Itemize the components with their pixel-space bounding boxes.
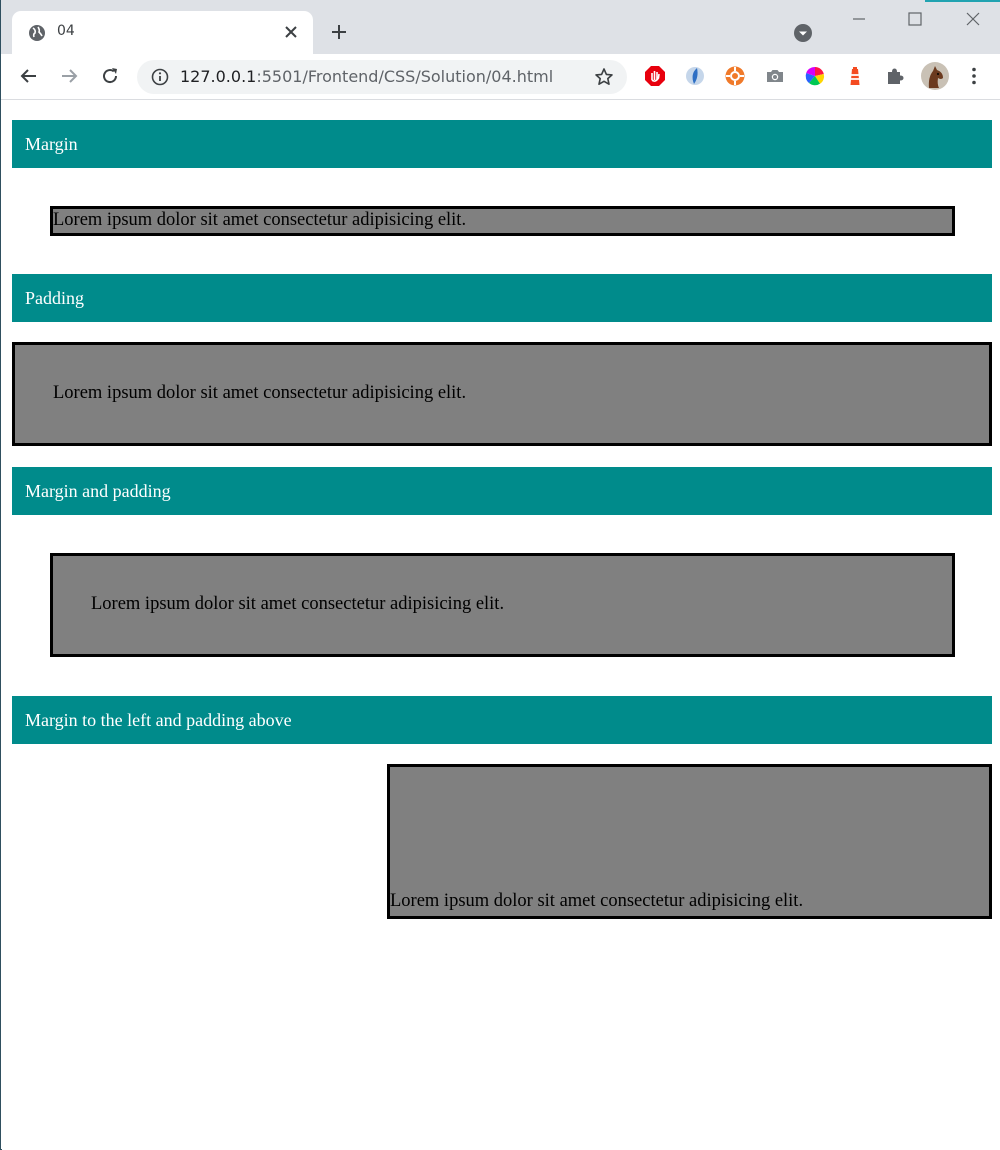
site-info-icon[interactable]: [151, 68, 169, 86]
bookmark-star-icon[interactable]: [594, 67, 614, 87]
new-tab-icon[interactable]: [329, 22, 349, 42]
address-bar[interactable]: 127.0.0.1:5501/Frontend/CSS/Solution/04.…: [137, 60, 627, 94]
margin-and-padding-demo-box: Lorem ipsum dolor sit amet consectetur a…: [50, 553, 955, 657]
reload-icon[interactable]: [99, 65, 121, 87]
tab-search-icon[interactable]: [793, 23, 813, 43]
extension-orange-icon[interactable]: [724, 65, 746, 87]
url-host: 127.0.0.1: [180, 67, 257, 86]
browser-toolbar: 127.0.0.1:5501/Frontend/CSS/Solution/04.…: [1, 54, 1000, 100]
margin-left-padding-top-demo-box: Lorem ipsum dolor sit amet consectetur a…: [387, 764, 992, 919]
camera-icon[interactable]: [764, 65, 786, 87]
lighthouse-icon[interactable]: [844, 65, 866, 87]
url-text: 127.0.0.1:5501/Frontend/CSS/Solution/04.…: [180, 67, 553, 86]
heading-padding: Padding: [12, 274, 992, 322]
back-arrow-icon[interactable]: [18, 65, 40, 87]
padding-demo-box: Lorem ipsum dolor sit amet consectetur a…: [12, 342, 992, 446]
browser-window: 04 127.0.0.1:5501/Frontend/CSS/Solution/…: [0, 0, 1000, 1150]
window-close-icon[interactable]: [964, 10, 982, 28]
puzzle-icon[interactable]: [884, 65, 906, 87]
close-tab-icon[interactable]: [282, 23, 300, 41]
margin-demo-box: Lorem ipsum dolor sit amet consectetur a…: [50, 206, 955, 236]
heading-margin: Margin: [12, 120, 992, 168]
extension-blue-icon[interactable]: [684, 65, 706, 87]
url-path: :5501/Frontend/CSS/Solution/04.html: [256, 67, 554, 86]
window-accent-bar: [925, 0, 1000, 2]
tab-title: 04: [57, 23, 75, 39]
forward-arrow-icon[interactable]: [58, 65, 80, 87]
profile-avatar[interactable]: [921, 62, 949, 90]
heading-margin-and-padding: Margin and padding: [12, 467, 992, 515]
page-content: Margin Lorem ipsum dolor sit amet consec…: [2, 100, 1000, 1150]
maximize-icon[interactable]: [906, 10, 924, 28]
browser-tab[interactable]: 04: [12, 11, 313, 54]
heading-margin-left-padding-top: Margin to the left and padding above: [12, 696, 992, 744]
minimize-icon[interactable]: [850, 10, 868, 28]
adblock-icon[interactable]: [644, 65, 666, 87]
menu-dots-icon[interactable]: [963, 65, 985, 87]
tab-strip: 04: [1, 0, 1000, 54]
globe-icon: [29, 25, 45, 41]
horse-avatar-icon: [928, 66, 943, 88]
color-wheel-icon[interactable]: [804, 65, 826, 87]
